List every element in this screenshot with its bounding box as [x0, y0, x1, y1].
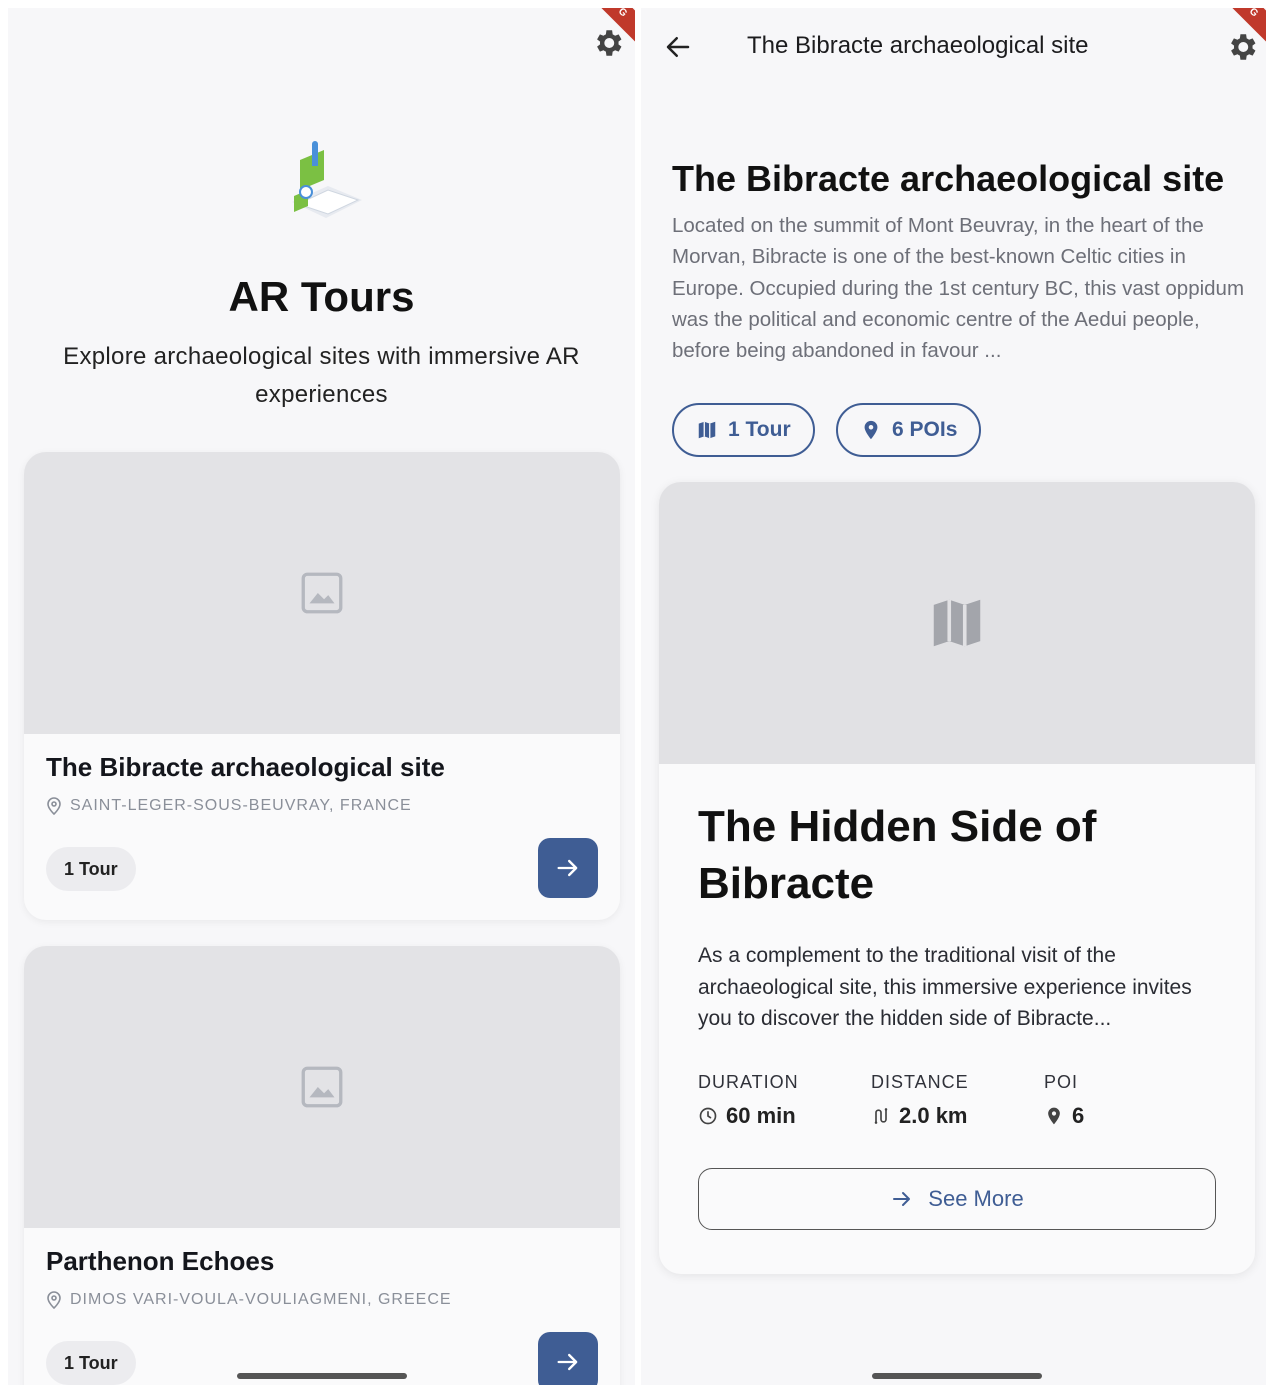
open-site-button[interactable]	[538, 838, 598, 898]
app-logo	[284, 140, 364, 230]
site-description: Located on the summit of Mont Beuvray, i…	[672, 214, 1245, 363]
site-card[interactable]: The Bibracte archaeological site SAINT-L…	[24, 452, 620, 920]
pois-chip[interactable]: 6 POIs	[836, 403, 982, 457]
pois-chip-label: 6 POIs	[892, 418, 958, 441]
see-more-button[interactable]: See More	[698, 1168, 1216, 1230]
tour-count-chip: 1 Tour	[46, 1341, 136, 1385]
tour-banner	[659, 482, 1255, 764]
location-pin-icon	[47, 797, 61, 815]
open-site-button[interactable]	[538, 1332, 598, 1385]
site-location: DIMOS VARI-VOULA-VOULIAGMENI, GREECE	[46, 1291, 452, 1309]
site-name: Parthenon Echoes	[46, 1246, 275, 1276]
poi-value: 6	[1072, 1103, 1085, 1128]
poi-stat: POI 6	[1044, 1072, 1084, 1129]
back-arrow-icon[interactable]	[663, 32, 693, 62]
site-title: The Bibracte archaeological site	[672, 158, 1225, 199]
distance-stat: DISTANCE 2.0 km	[871, 1072, 969, 1129]
site-location-text: SAINT-LEGER-SOUS-BEUVRAY, FRANCE	[70, 797, 412, 814]
image-placeholder-icon	[301, 1066, 343, 1108]
map-icon	[933, 599, 981, 647]
home-screen: G AR Tours Explore archaeological sites …	[8, 8, 635, 1385]
duration-value: 60 min	[726, 1103, 796, 1128]
tours-chip-label: 1 Tour	[728, 418, 791, 441]
arrow-right-icon	[557, 1353, 578, 1371]
tour-count-chip: 1 Tour	[46, 847, 136, 891]
location-pin-icon	[864, 420, 878, 440]
location-pin-icon	[47, 1291, 61, 1309]
see-more-label: See More	[928, 1186, 1024, 1211]
gear-icon[interactable]	[591, 26, 625, 60]
app-subtitle: Explore archaeological sites with immers…	[63, 343, 580, 408]
home-indicator[interactable]	[237, 1373, 407, 1379]
arrow-right-icon	[557, 859, 578, 877]
site-location-text: DIMOS VARI-VOULA-VOULIAGMENI, GREECE	[70, 1291, 452, 1308]
site-name: The Bibracte archaeological site	[46, 752, 445, 782]
site-detail-screen: G The Bibracte archaeological site The B…	[641, 8, 1266, 1385]
map-icon	[698, 421, 716, 439]
distance-label: DISTANCE	[871, 1072, 969, 1092]
home-indicator[interactable]	[872, 1373, 1042, 1379]
site-thumbnail	[24, 452, 620, 734]
duration-stat: DURATION 60 min	[698, 1072, 799, 1129]
app-title: AR Tours	[228, 273, 415, 320]
poi-label: POI	[1044, 1072, 1079, 1092]
tour-title: The Hidden Side of Bibracte	[698, 802, 1097, 908]
distance-value: 2.0 km	[899, 1103, 968, 1128]
clock-icon	[699, 1107, 717, 1125]
site-location: SAINT-LEGER-SOUS-BEUVRAY, FRANCE	[46, 797, 412, 815]
gear-icon[interactable]	[1225, 30, 1259, 64]
location-pin-icon	[1048, 1107, 1060, 1125]
route-icon	[874, 1108, 888, 1124]
appbar-title: The Bibracte archaeological site	[747, 32, 1089, 59]
tour-card[interactable]: The Hidden Side of Bibracte As a complem…	[659, 482, 1255, 1274]
tours-chip[interactable]: 1 Tour	[672, 403, 815, 457]
arrow-right-icon	[893, 1192, 911, 1206]
site-card[interactable]: Parthenon Echoes DIMOS VARI-VOULA-VOULIA…	[24, 946, 620, 1385]
tour-description: As a complement to the traditional visit…	[698, 944, 1192, 1030]
duration-label: DURATION	[698, 1072, 799, 1092]
image-placeholder-icon	[301, 572, 343, 614]
site-thumbnail	[24, 946, 620, 1228]
